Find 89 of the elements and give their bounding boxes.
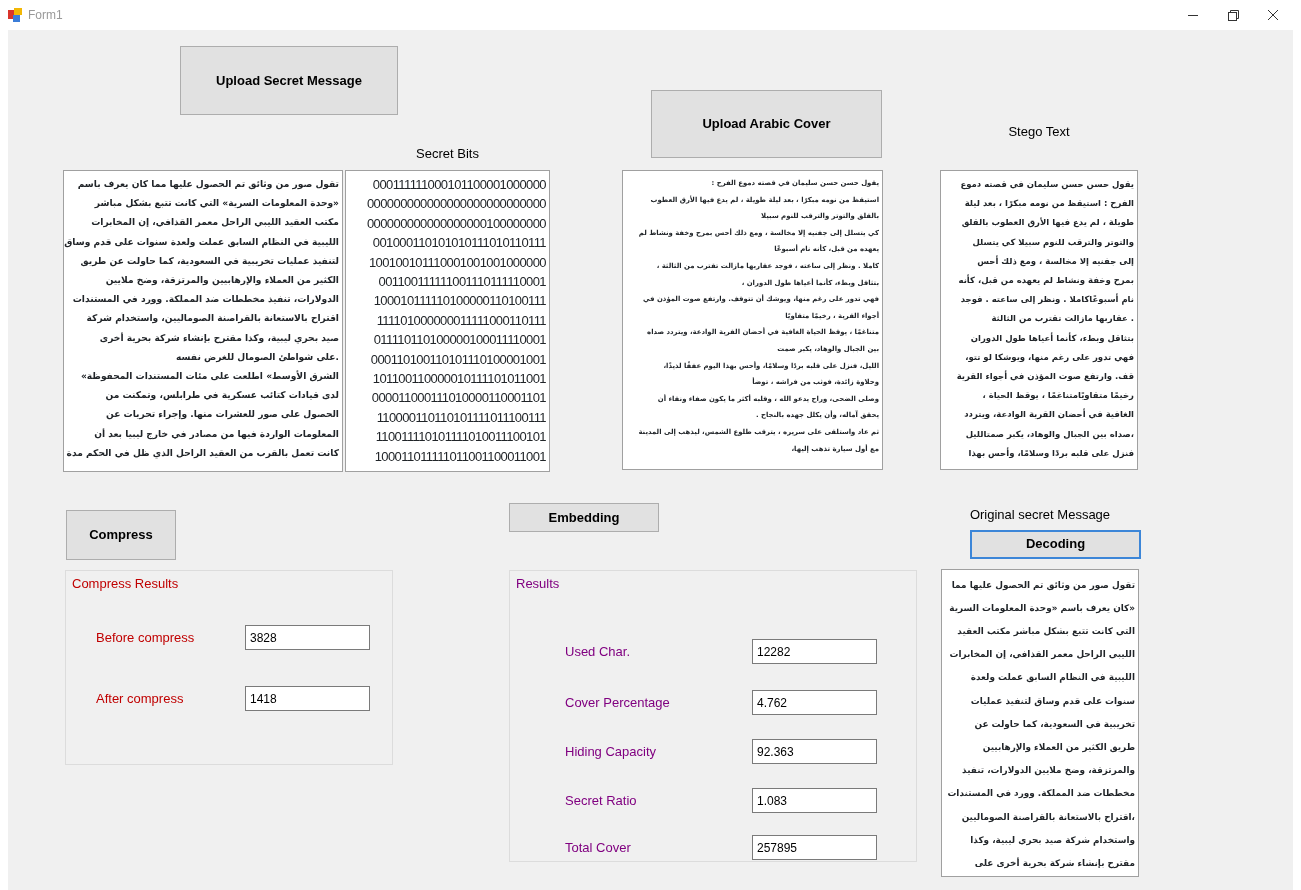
- text-line: التي كانت تتبع بشكل مباشر مكتب العقيد: [957, 624, 1135, 639]
- text-line: 110000110110101111011100111: [376, 408, 546, 427]
- text-line: 000000000000000000100000000: [367, 214, 546, 233]
- value-field[interactable]: 12282: [752, 639, 877, 664]
- text-line: قف. وارتفع صوت المؤذن في أجواء القرية: [956, 369, 1134, 384]
- text-line: ،صداه بين الجبال والوهاد، يكبر صمتالليل: [965, 427, 1134, 442]
- text-line: والمرتزقة، وضخ ملايين الدولارات، تنفيذ: [962, 764, 1135, 778]
- restore-icon[interactable]: [1227, 9, 1239, 21]
- decoding-button[interactable]: Decoding: [970, 529, 1141, 559]
- field-label: Before compress: [96, 628, 196, 647]
- text-line: الحصول على صور للعشرات منها. وإجراء تحريات عن: [105, 408, 339, 422]
- text-box[interactable]: [622, 170, 883, 470]
- value-field[interactable]: 3828: [245, 625, 370, 650]
- value-field[interactable]: 1418: [245, 686, 370, 711]
- text-line: مخططات ضد المملكة. وورد في المستندات: [947, 787, 1135, 801]
- app-icon: [8, 8, 22, 22]
- label: Original secret Message: [968, 506, 1112, 524]
- label: Secret Bits: [415, 145, 480, 163]
- upload-button[interactable]: Upload Arabic Cover: [651, 90, 882, 158]
- text-line: 011110110100000100011110001: [373, 331, 546, 350]
- text-line: 110011110101111010011100101: [375, 428, 546, 447]
- field-label: Secret Ratio: [565, 791, 638, 810]
- text-line: «وحدة المعلومات السرية» التي كانت تتبع بشكل مباشر: [94, 197, 339, 211]
- close-icon[interactable]: [1268, 10, 1278, 20]
- embedding-button[interactable]: Embedding: [509, 503, 659, 532]
- text-line: بتثاقل وبطء، كأنما أعياها طول الدوران: [970, 331, 1134, 345]
- text-line: صيد بحري ليبية، وكذا مقترح بإنشاء شركة بحرية أخرى: [99, 331, 339, 346]
- text-box[interactable]: [941, 568, 1139, 877]
- text-line: سنوات على قدم وساق لتنفيذ عمليات: [970, 694, 1135, 709]
- text-line: الدولارات، تنفيذ مخططات ضد المملكة. وورد في المستندات: [72, 293, 339, 307]
- field-label: Hiding Capacity: [565, 742, 658, 761]
- text-line: فنزل على قلبه بردًا وسلامًا، وأحس بهذا: [968, 446, 1134, 461]
- text-line: المعلومات الواردة فيها من مصادر في خارج ليبيا بعد أن: [94, 427, 339, 442]
- text-line: تقول صور من وثائق تم الحصول عليها مما: [951, 578, 1135, 593]
- text-line: 101100110000010111101011001: [372, 370, 546, 389]
- text-line: إلى جفنيه إلا مخالسة ، ومع ذلك أحس: [977, 254, 1134, 269]
- text-line: لدى قيادات كتائب عسكرية في طرابلس، وتمكنت من: [105, 389, 339, 403]
- text-line: الليبي الراحل معمر القذافي، إن المخابرات: [949, 648, 1135, 662]
- text-line: تقول صور من وثائق تم الحصول عليها مما كان يعرف باسم: [77, 178, 339, 192]
- label: Stego Text: [1007, 123, 1071, 141]
- text-line: . عقاربها مازالت تقترب من الثالثة: [991, 312, 1134, 326]
- text-line: مكتب العقيد الليبي الراحل معمر القذافي، إن المخابرات: [91, 216, 339, 230]
- text-line: واستخدام شركة صيد بحري ليبية، وكذا: [970, 833, 1135, 848]
- text-line: الغافية في أحضان القرية الوادعة، ويتردد: [964, 407, 1134, 422]
- text-line: 111101000000011111000110111: [376, 311, 546, 330]
- text-line: مقترح بإنشاء شركة بحرية أخرى على: [974, 856, 1135, 871]
- text-line: ،اقتراح بالاستعانة بالقراصنة الصوماليين: [961, 810, 1135, 825]
- text-box[interactable]: [940, 170, 1138, 470]
- text-line: الكثير من العملاء والإرهابيين والمرتزقة، وضخ ملايين: [105, 274, 339, 288]
- field-label: Cover Percentage: [565, 693, 671, 712]
- text-line: 001000110101010111010110111: [372, 234, 546, 253]
- value-field[interactable]: 4.762: [752, 690, 877, 715]
- text-line: .على شواطئ الصومال للغرض نفسه: [176, 350, 339, 365]
- field-label: Total Cover: [565, 838, 632, 857]
- text-line: فهي تدور على رغم منها، ويوشكا لو تتو،: [965, 350, 1134, 365]
- text-line: 000000000000000000000000000: [367, 195, 546, 214]
- text-line: الليبية في النظام السابق عملت ولعدة: [970, 671, 1135, 685]
- text-line: اقتراح بالاستعانة بالقراصنة الصوماليين، واستخدام شركة: [86, 312, 339, 326]
- text-line: 000111111000101100001000000: [372, 176, 546, 194]
- text-line: 100010111110100000110100111: [373, 292, 546, 311]
- text-line: 100100101110001001001000000: [368, 253, 546, 272]
- compress-button[interactable]: Compress: [66, 510, 176, 560]
- text-line: كانت تعمل بالقرب من العقيد الراحل الذي ظل في الحكم مدة: [67, 446, 339, 461]
- text-line: 000011000111010000110001101: [371, 389, 546, 408]
- field-label: After compress: [96, 689, 185, 708]
- minimize-icon[interactable]: [1188, 14, 1198, 16]
- value-field[interactable]: 92.363: [752, 739, 877, 764]
- text-line: يقول حسن حسن سليمان في قصته دموع: [960, 178, 1134, 192]
- text-line: 000110100110101110100001001: [370, 350, 546, 369]
- field-label: Used Char.: [565, 642, 632, 661]
- text-line: رخيمًا متقاويًامتناغمًا ، يوقظ الحياة ،: [982, 389, 1134, 403]
- text-line: والتوتر والترقب للنوم سبيلا كي يتسلل: [972, 235, 1134, 250]
- text-line: «كان يعرف باسم «وحدة المعلومات السرية: [949, 601, 1135, 616]
- text-line: تخريبية في السعودية، كما حاولت عن: [974, 717, 1135, 732]
- text-line: لتنفيذ عمليات تخريبية في السعودية، كما حاولت عن طريق: [80, 254, 339, 269]
- text-line: 100011011111011001100011001: [374, 447, 546, 466]
- value-field[interactable]: 1.083: [752, 788, 877, 813]
- upload-button[interactable]: Upload Secret Message: [180, 46, 398, 115]
- window-title: Form1: [28, 7, 63, 24]
- text-line: طويلة ، لم يدع فيها الأرق العطوب بالقلق: [961, 216, 1134, 230]
- text-line: الشرق الأوسط» اطلعت على مئات المستندات المحفوظة»: [80, 369, 339, 384]
- value-field[interactable]: 257895: [752, 835, 877, 860]
- text-line: طريق الكثير من العملاء والإرهابيين: [982, 740, 1135, 755]
- text-line: نام أسبوعًاكاملا . ونظر إلى ساعته . فوجد: [960, 292, 1134, 307]
- text-box[interactable]: [345, 170, 550, 472]
- text-line: بمرح وخفة ونشاط لم يعهده من قبل، كأنه: [958, 273, 1134, 288]
- text-line: الفرح : استيقظ من نومه مبكرًا ، بعد ليلة: [964, 197, 1134, 211]
- text-line: 001100111111001110111110001: [378, 273, 546, 292]
- text-box[interactable]: [63, 170, 343, 472]
